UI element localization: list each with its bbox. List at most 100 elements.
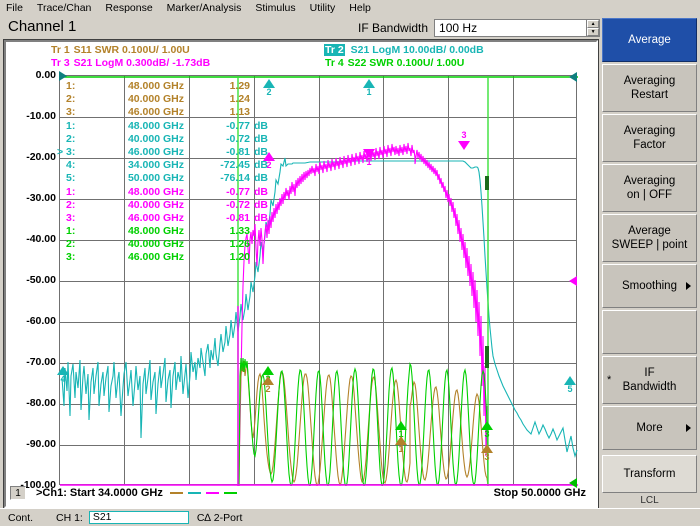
trace-legend-tr2-text: S21 LogM 10.00dB/ 0.00dB: [350, 44, 484, 56]
trace-legend-tr1-text: S11 SWR 0.100U/ 1.00U: [73, 44, 190, 56]
sweep-start-label[interactable]: >Ch1: Start 34.0000 GHz: [36, 487, 163, 499]
marker-row[interactable]: 2: 40.000 GHz -0.72 dB: [66, 198, 268, 212]
marker-tr1-2[interactable]: 2: [260, 376, 276, 394]
status-sweep-mode: Cont.: [8, 511, 34, 524]
softkey-transform-label: Transform: [623, 468, 676, 480]
marker-row[interactable]: 3: 46.000 GHz 1.20: [66, 251, 266, 264]
marker-tr1-3[interactable]: 3: [479, 444, 495, 462]
softkey-average[interactable]: Average: [602, 18, 697, 62]
if-bandwidth-control: IF Bandwidth 100 Hz ▲ ▼: [358, 19, 601, 37]
y-tick-2: -20.00: [26, 151, 56, 163]
softkey-averaging-factor[interactable]: Averaging Factor: [602, 114, 697, 162]
marker-row-active[interactable]: > 3: 46.000 GHz -0.81 dB: [57, 145, 268, 159]
marker-tr3-3[interactable]: 3: [456, 131, 472, 150]
marker-index: 2:: [66, 238, 76, 251]
marker-tr2-4[interactable]: 4: [55, 366, 71, 384]
if-bandwidth-input[interactable]: 100 Hz: [434, 19, 587, 37]
marker-value: 1.33: [229, 225, 250, 238]
menu-item-help[interactable]: Help: [349, 0, 371, 16]
marker-row[interactable]: 1: 48.000 GHz -0.77 dB: [66, 119, 268, 133]
marker-row[interactable]: 3: 46.000 GHz 1.13: [66, 106, 266, 119]
softkey-average-sweep-point[interactable]: Average SWEEP | point: [602, 214, 697, 262]
marker-row[interactable]: 4: 34.000 GHz -72.45 dB: [66, 159, 268, 172]
color-swatch-tr3: [205, 492, 219, 494]
menu-item-response[interactable]: Response: [105, 0, 152, 16]
softkey-averaging-factor-line2: Factor: [633, 139, 666, 151]
marker-row[interactable]: 2: 40.000 GHz 1.24: [66, 93, 266, 106]
stimulus-bar: 1 >Ch1: Start 34.0000 GHz Stop 50.0000 G…: [10, 484, 592, 502]
marker-tr1-1[interactable]: 1: [393, 436, 409, 454]
marker-tr4-3[interactable]: 3: [479, 421, 495, 439]
marker-row[interactable]: 1: 48.000 GHz 1.29: [66, 80, 266, 93]
status-active-trace[interactable]: S21: [88, 511, 189, 524]
softkey-transform[interactable]: Transform: [602, 455, 697, 493]
softkey-averaging-factor-line1: Averaging: [623, 125, 676, 137]
marker-frequency: 48.000 GHz: [127, 225, 184, 238]
y-tick-8: -80.00: [26, 397, 56, 409]
marker-index: 4:: [66, 159, 76, 172]
trace-legend-tr3[interactable]: Tr 3 S21 LogM 0.300dB/ -1.73dB: [50, 57, 210, 69]
if-bandwidth-label: IF Bandwidth: [358, 21, 429, 35]
asterisk-icon: *: [607, 374, 612, 386]
marker-unit: dB: [254, 159, 268, 172]
menu-item-marker-analysis[interactable]: Marker/Analysis: [167, 0, 242, 16]
menu-bar: File Trace/Chan Response Marker/Analysis…: [0, 0, 700, 16]
softkey-if-bandwidth-line1: IF: [644, 367, 655, 379]
marker-row[interactable]: 3: 46.000 GHz -0.81 dB: [66, 211, 268, 225]
marker-tr3-1[interactable]: 1: [361, 149, 377, 167]
status-bar: Cont. CH 1: S21 C∆ 2-Port: [0, 508, 700, 526]
sweep-stop-label[interactable]: Stop 50.0000 GHz: [494, 487, 592, 499]
marker-row[interactable]: 1: 48.000 GHz -0.77 dB: [66, 185, 268, 199]
graph-display-area[interactable]: Tr 1 S11 SWR 0.100U/ 1.00U Tr 3 S21 LogM…: [3, 39, 599, 509]
softkey-smoothing[interactable]: Smoothing: [602, 264, 697, 308]
marker-value: 1.20: [229, 251, 250, 264]
marker-row[interactable]: 2: 40.000 GHz 1.26: [66, 238, 266, 251]
title-row: Channel 1 IF Bandwidth 100 Hz ▲ ▼: [0, 17, 700, 39]
menu-item-utility[interactable]: Utility: [310, 0, 336, 16]
trace-legend-tr2[interactable]: Tr 2 S21 LogM 10.00dB/ 0.00dB: [324, 44, 484, 56]
marker-value: -0.72: [226, 132, 250, 145]
marker-row[interactable]: 2: 40.000 GHz -0.72 dB: [66, 132, 268, 146]
marker-row[interactable]: 5: 50.000 GHz -76.14 dB: [66, 172, 268, 185]
trace-legend-tr4-text: S22 SWR 0.100U/ 1.00U: [347, 57, 465, 69]
color-swatch-tr4: [223, 492, 237, 494]
marker-index: 2:: [66, 132, 76, 145]
marker-frequency: 40.000 GHz: [127, 198, 184, 211]
marker-index: 1:: [66, 185, 76, 198]
softkey-average-label: Average: [628, 34, 671, 46]
marker-tr2-1[interactable]: 1: [361, 79, 377, 97]
trace-legend-tr4[interactable]: Tr 4 S22 SWR 0.100U/ 1.00U: [324, 57, 464, 69]
softkey-more[interactable]: More: [602, 406, 697, 450]
spinner-up-icon[interactable]: ▲: [587, 20, 600, 28]
marker-index: 3:: [66, 145, 76, 158]
softkey-averaging-restart[interactable]: Averaging Restart: [602, 64, 697, 112]
spinner-down-icon[interactable]: ▼: [587, 28, 600, 36]
marker-row[interactable]: 1: 48.000 GHz 1.33: [66, 225, 266, 238]
trace-legend-tr1-id: Tr 1: [51, 44, 70, 56]
marker-frequency: 46.000 GHz: [127, 145, 184, 158]
marker-unit: dB: [254, 119, 268, 132]
softkey-averaging-on-off[interactable]: Averaging on | OFF: [602, 164, 697, 212]
if-bandwidth-spinner[interactable]: ▲ ▼: [586, 19, 601, 37]
marker-frequency: 46.000 GHz: [127, 251, 184, 264]
marker-tr2-5[interactable]: 5: [562, 376, 578, 394]
softkey-if-bandwidth-line2: Bandwidth: [622, 381, 677, 393]
y-axis-labels: 0.00 -10.00 -20.00 -30.00 -40.00 -50.00 …: [6, 69, 56, 491]
marker-unit: dB: [254, 211, 268, 224]
vna-application-window: File Trace/Chan Response Marker/Analysis…: [0, 0, 700, 526]
trace-legend-tr3-id: Tr 3: [51, 57, 70, 69]
y-tick-5: -50.00: [26, 274, 56, 286]
menu-item-trace-chan[interactable]: Trace/Chan: [37, 0, 91, 16]
y-tick-1: -10.00: [26, 110, 56, 122]
trace-legend-tr1[interactable]: Tr 1 S11 SWR 0.100U/ 1.00U: [50, 44, 190, 56]
softkey-averaging-on-off-line2: on | OFF: [626, 189, 673, 201]
channel-number-box[interactable]: 1: [10, 486, 26, 500]
menu-item-file[interactable]: File: [6, 0, 23, 16]
marker-index: 2:: [66, 93, 76, 106]
marker-value: -76.14: [220, 172, 250, 185]
y-tick-3: -30.00: [26, 192, 56, 204]
marker-index: 3:: [66, 211, 76, 224]
trace-legend: Tr 1 S11 SWR 0.100U/ 1.00U Tr 3 S21 LogM…: [6, 44, 596, 70]
softkey-if-bandwidth[interactable]: * IF Bandwidth: [602, 356, 697, 404]
menu-item-stimulus[interactable]: Stimulus: [255, 0, 295, 16]
